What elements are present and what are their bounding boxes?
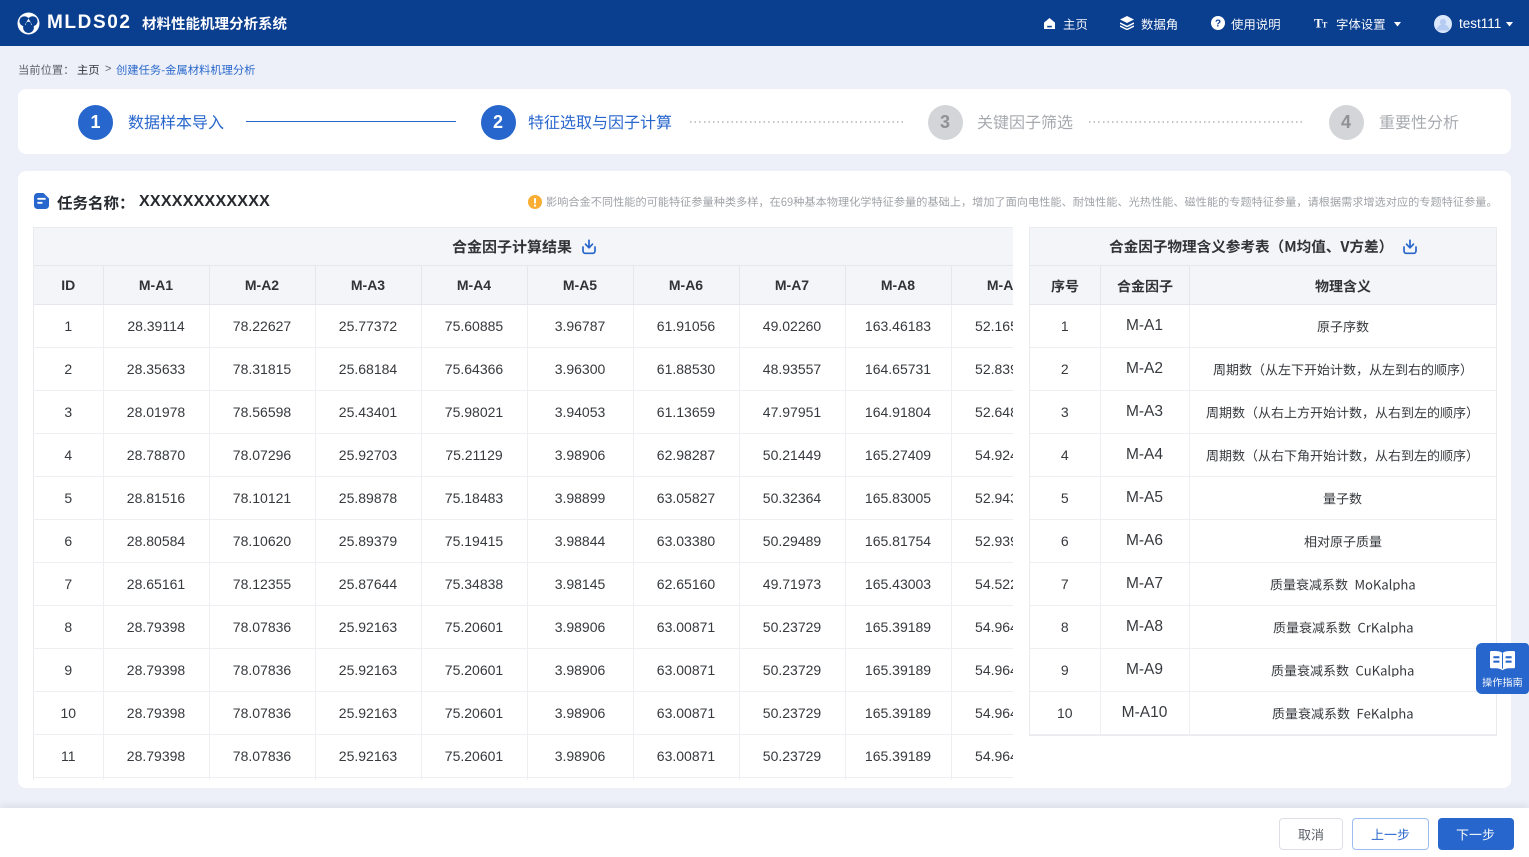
svg-text:T: T [1322, 21, 1328, 30]
svg-text:?: ? [1215, 19, 1221, 30]
